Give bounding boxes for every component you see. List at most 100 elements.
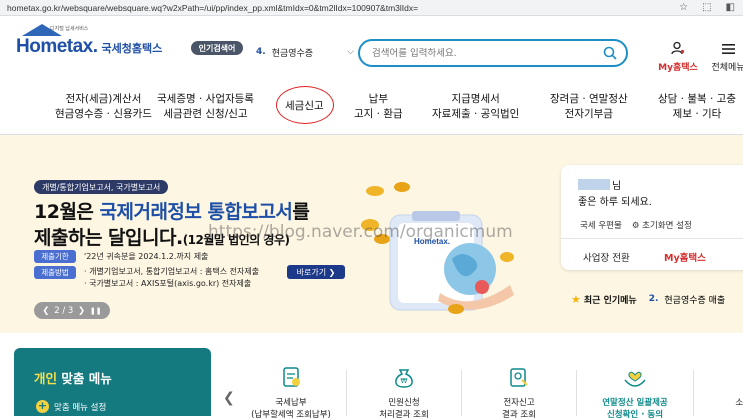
goto-button[interactable]: 바로가기 ❯	[287, 265, 345, 279]
extension-icon[interactable]: ⬚	[702, 2, 711, 13]
popular-title: 최근 인기메뉴	[583, 295, 637, 306]
red-circle-annotation	[276, 86, 334, 124]
method-chip: 제출방법	[34, 266, 76, 279]
nav-line: 제보 · 기타	[672, 108, 722, 120]
quick-label: 연말정산 일괄제공	[602, 398, 668, 408]
all-menu-label: 전체메뉴	[711, 63, 743, 73]
nav-item-e-invoice[interactable]: 전자(세금)계산서 현금영수증 · 신용카드	[55, 92, 152, 122]
popular-num: 2.	[648, 294, 659, 304]
nav-item-payment-statement[interactable]: 지급명세서 자료제출 · 공익법인	[432, 92, 519, 122]
deadline-chip: 제출기한	[34, 250, 76, 263]
bookmark-star-icon[interactable]: ☆	[679, 2, 688, 13]
my-hometax-label: My홈택스	[658, 63, 698, 73]
quick-label: 전자신고	[503, 398, 535, 408]
setting-label: 맞춤 메뉴 설정	[54, 402, 107, 413]
method-desc-2: · 국가별보고서 : AXIS포털(axis.go.kr) 전자제출	[84, 279, 252, 288]
custom-menu-panel: 개인 맞춤 메뉴 + 맞춤 메뉴 설정	[14, 348, 211, 416]
nav-line: 납부	[368, 93, 388, 105]
title-accent: 개인	[34, 371, 58, 386]
nav-line: 고지 · 환급	[354, 108, 403, 120]
sidebar-icon[interactable]: ◧	[726, 2, 735, 13]
deadline-desc: '22년 귀속분을 2024.1.2.까지 제출	[84, 252, 209, 261]
name-suffix: 님	[612, 181, 622, 192]
nav-line: 장려금 · 연말정산	[550, 93, 628, 105]
quick-sub: 신청확인 · 동의	[606, 410, 664, 420]
logo-word: Hometax.	[16, 36, 98, 57]
nav-item-payment[interactable]: 납부 고지 · 환급	[354, 92, 403, 122]
search-box[interactable]	[358, 39, 628, 67]
user-icon	[671, 41, 685, 55]
hl-part: 를	[292, 201, 310, 223]
popular-search-badge: 인기검색어	[191, 41, 243, 55]
nav-line: 상담 · 불복 · 고충	[658, 93, 736, 105]
hl-part: 12월은	[34, 201, 100, 223]
next-slide-icon[interactable]: ❯	[78, 306, 85, 316]
all-menu-button[interactable]: 전체메뉴	[706, 40, 743, 73]
nav-line: 전자(세금)계산서	[65, 93, 142, 105]
popular-rank: 4.	[256, 47, 266, 57]
quick-menu: ❮ 국세납부 (납부할세액 조회납부) ₩ 민원신청 처리결과 조회 전자신고 …	[211, 348, 743, 420]
logo-tagline: 디지털 납세서비스	[50, 26, 89, 32]
quick-prev-icon[interactable]: ❮	[223, 390, 235, 406]
quick-label: 민원신청	[388, 398, 420, 408]
quick-sub: 결과 조회	[502, 410, 536, 420]
quick-label: 소득공제	[735, 398, 743, 408]
popular-term[interactable]: 현금영수증	[272, 46, 313, 59]
browser-address-bar[interactable]: hometax.go.kr/websquare/websquare.wq?w2x…	[0, 0, 743, 16]
my-hometax-link[interactable]: My홈택스	[664, 250, 706, 264]
main-navigation: 전자(세금)계산서 현금영수증 · 신용카드 국세증명 · 사업자등록 세금관련…	[0, 78, 743, 135]
divider	[693, 370, 694, 416]
hl-part: 제출하는 달입니다.	[34, 227, 183, 249]
popular-search-select[interactable]: 4. 현금영수증 ⌵	[256, 43, 354, 61]
quick-label: 국세납부	[275, 398, 307, 408]
my-hometax-button[interactable]: My홈택스	[656, 40, 700, 73]
nav-line: 자료제출 · 공익법인	[432, 108, 520, 120]
tax-mail-link[interactable]: 국세 우편물	[580, 219, 622, 231]
search-icon[interactable]	[603, 46, 617, 60]
quick-item-civil-request[interactable]: ₩ 민원신청 처리결과 조회	[354, 366, 454, 420]
nav-line: 지급명세서	[451, 93, 500, 105]
quick-item-e-filing[interactable]: 전자신고 결과 조회	[469, 366, 569, 420]
site-header: 디지털 납세서비스 Hometax. 국세청홈택스 인기검색어 4. 현금영수증…	[0, 16, 743, 78]
nav-item-certificate[interactable]: 국세증명 · 사업자등록 세금관련 신청/신고	[157, 92, 254, 122]
custom-menu-setting-button[interactable]: + 맞춤 메뉴 설정	[36, 400, 106, 413]
nav-line: 세금관련 신청/신고	[163, 108, 248, 120]
nav-line: 현금영수증 · 신용카드	[55, 108, 152, 120]
star-icon: ★	[571, 292, 581, 306]
banner-pager: ❮ 2 / 3 ❯ ❚❚	[34, 302, 110, 319]
slide-counter: 2 / 3	[54, 305, 74, 316]
recent-popular-menu: ★ 최근 인기메뉴 2. 현금영수증 매출	[561, 285, 743, 313]
user-name: 님	[578, 177, 621, 192]
quick-sub: 처리결과 조회	[379, 410, 429, 420]
quick-item-income-deduction[interactable]: 소득공제	[701, 366, 743, 408]
url-text[interactable]: hometax.go.kr/websquare/websquare.wq?w2x…	[0, 3, 679, 13]
banner-illustration	[361, 182, 514, 314]
quick-item-tax-payment[interactable]: 국세납부 (납부할세액 조회납부)	[241, 366, 341, 420]
blog-watermark: https://blog.naver.com/organicmum	[208, 222, 513, 242]
search-input[interactable]	[372, 47, 592, 59]
greeting: 좋은 하루 되세요.	[578, 197, 652, 208]
prev-slide-icon[interactable]: ❮	[42, 306, 49, 316]
home-setting-link[interactable]: ⚙ 초기화면 설정	[632, 219, 692, 231]
popular-menu-item[interactable]: 현금영수증 매출	[664, 293, 725, 306]
pause-icon[interactable]: ❚❚	[90, 307, 102, 315]
nav-line: 전자기부금	[564, 108, 613, 120]
nav-item-incentive[interactable]: 장려금 · 연말정산 전자기부금	[550, 92, 628, 122]
login-panel: 님 좋은 하루 되세요. 국세 우편물 ⚙ 초기화면 설정 사업장 전환 My홈…	[561, 165, 743, 270]
title-rest: 맞춤 메뉴	[57, 371, 112, 386]
divider	[561, 238, 743, 239]
main-banner[interactable]: 개별/통합기업보고서, 국가별보고서 12월은 국제거래정보 통합보고서를 제출…	[0, 135, 743, 333]
hl-accent: 국제거래정보 통합보고서	[99, 201, 293, 223]
quick-sub: (납부할세액 조회납부)	[251, 410, 331, 420]
quick-item-year-end[interactable]: 연말정산 일괄제공 신청확인 · 동의	[585, 366, 685, 420]
banner-tag: 개별/통합기업보고서, 국가별보고서	[34, 180, 169, 194]
login-links: 국세 우편물 ⚙ 초기화면 설정	[580, 219, 692, 231]
chevron-down-icon[interactable]: ⌵	[347, 47, 354, 57]
method-desc-1: · 개별기업보고서, 통합기업보고서 : 홈택스 전자제출	[84, 267, 260, 276]
hometax-logo[interactable]: 디지털 납세서비스 Hometax. 국세청홈택스	[16, 24, 162, 58]
banner-headline-1: 12월은 국제거래정보 통합보고서를	[34, 197, 310, 224]
filing-doc-icon	[510, 368, 528, 387]
divider	[461, 370, 462, 416]
switch-business-button[interactable]: 사업장 전환	[583, 250, 630, 264]
nav-item-consult[interactable]: 상담 · 불복 · 고충 제보 · 기타	[658, 92, 736, 122]
